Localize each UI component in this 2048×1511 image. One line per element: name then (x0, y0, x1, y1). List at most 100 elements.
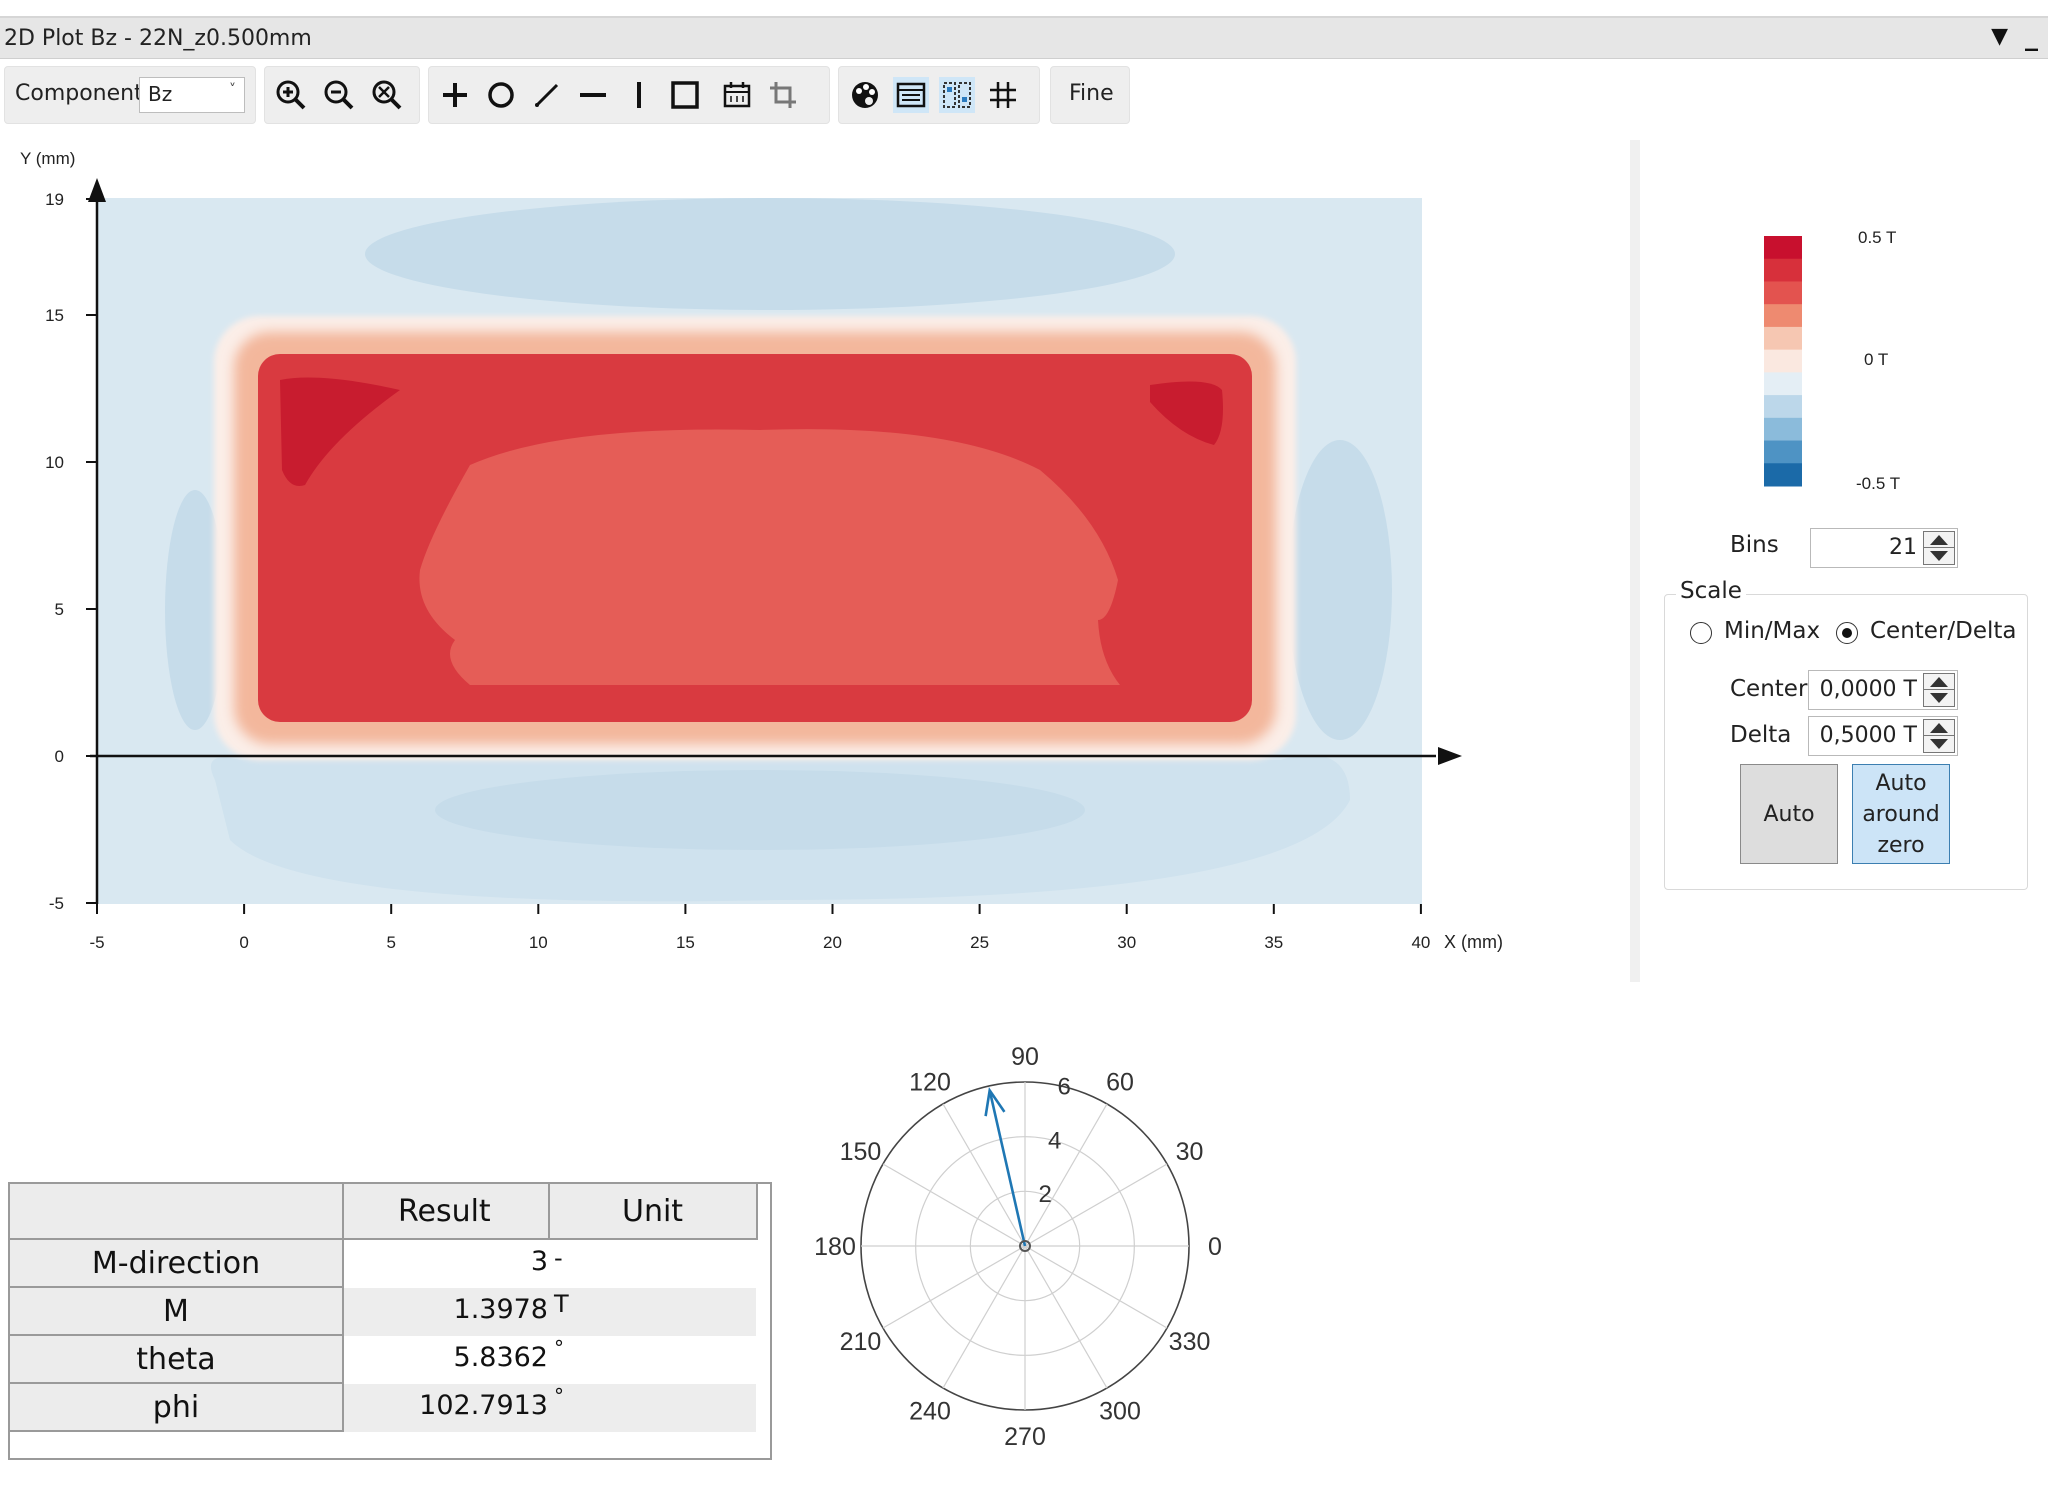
zoom-out-icon[interactable] (321, 77, 357, 113)
table-view-icon[interactable] (893, 77, 929, 113)
y-tick-label: 5 (55, 600, 64, 619)
polar-angle-label: 210 (840, 1328, 882, 1356)
row-unit: ° (554, 1384, 564, 1408)
row-unit: - (554, 1244, 563, 1272)
row-label: theta (136, 1342, 216, 1377)
colorbar-bin (1764, 349, 1802, 373)
crop-icon[interactable] (765, 77, 801, 113)
grid-icon[interactable] (985, 77, 1021, 113)
colorbar-mid-label: 0 T (1864, 350, 1889, 369)
fine-button[interactable]: Fine (1050, 66, 1130, 124)
x-tick-label: 20 (823, 933, 842, 952)
auto-button[interactable]: Auto (1740, 764, 1838, 864)
result-header: Result (344, 1184, 550, 1240)
x-axis-label: X (mm) (1444, 932, 1503, 952)
component-select[interactable]: Bz ˅ (139, 77, 245, 113)
colorbar-bin (1764, 236, 1802, 260)
contour-plot[interactable]: 19 15 10 5 0 -5 -5 0 5 10 15 20 25 30 35 40 Y (mm) X (… (0, 140, 1540, 980)
spin-arrows-icon[interactable] (1923, 719, 1955, 753)
polar-angle-label: 60 (1106, 1068, 1134, 1096)
crosshair-icon[interactable] (437, 77, 473, 113)
x-tick-label: 10 (529, 933, 548, 952)
polar-angle-labels: 0 30 60 90 120 150 180 210 240 270 300 330 (814, 1043, 1222, 1451)
polar-angle-label: 300 (1099, 1398, 1141, 1426)
spin-arrows-icon[interactable] (1923, 673, 1955, 707)
x-axis-arrow (1438, 747, 1462, 765)
window-menu-dropdown-icon[interactable]: ▼ (1991, 24, 2008, 49)
panel-divider[interactable] (1630, 140, 1640, 982)
delta-value: 0,5000 T (1819, 723, 1917, 748)
lower-negative-lobe (435, 770, 1085, 850)
polar-angle-label: 30 (1176, 1138, 1204, 1166)
x-tick-label: 35 (1264, 933, 1283, 952)
center-delta-label: Center/Delta (1870, 618, 2017, 644)
calendar-grid-icon[interactable] (719, 77, 755, 113)
polar-radial-label: 6 (1057, 1073, 1070, 1100)
polar-angle-label: 270 (1004, 1423, 1046, 1451)
upper-negative-lobe (365, 198, 1175, 310)
drawing-group (428, 66, 830, 124)
delta-spinner[interactable]: 0,5000 T (1808, 716, 1958, 756)
auto-zero-line-2: around (1862, 801, 1940, 827)
auto-zero-line-1: Auto (1875, 770, 1927, 796)
zoom-fit-icon[interactable] (369, 77, 405, 113)
rectangle-icon[interactable] (667, 77, 703, 113)
x-tick-label: 15 (676, 933, 695, 952)
polar-radial-label: 4 (1048, 1127, 1061, 1154)
bins-label: Bins (1730, 532, 1779, 558)
row-label: M (163, 1294, 189, 1329)
component-label: Component (15, 81, 143, 106)
bins-spinner[interactable]: 21 (1810, 528, 1958, 568)
row-unit: T (554, 1290, 569, 1318)
row-label: M-direction (91, 1246, 261, 1281)
x-ticks: -5 0 5 10 15 20 25 30 35 40 (89, 904, 1430, 952)
minmax-label: Min/Max (1724, 618, 1821, 644)
colorbar-bin (1764, 326, 1802, 351)
colorbar-max-label: 0.5 T (1858, 228, 1897, 247)
vertical-line-icon[interactable] (621, 77, 657, 113)
x-tick-label: 40 (1411, 933, 1430, 952)
horizontal-line-icon[interactable] (575, 77, 611, 113)
polar-plot: 0 30 60 90 120 150 180 210 240 270 300 330 2 4 6 (814, 1043, 1222, 1451)
auto-button-label: Auto (1763, 801, 1815, 827)
polar-angle-label: 120 (909, 1068, 951, 1096)
unit-header-label: Unit (622, 1194, 684, 1229)
x-tick-label: 30 (1117, 933, 1136, 952)
fine-label: Fine (1069, 81, 1114, 106)
table-row: M 1.3978 T (10, 1288, 756, 1336)
diagonal-line-icon[interactable] (529, 77, 565, 113)
center-spinner[interactable]: 0,0000 T (1808, 670, 1958, 710)
bins-value: 21 (1889, 535, 1917, 560)
component-group: Component Bz ˅ (4, 66, 256, 124)
delta-label: Delta (1730, 722, 1792, 748)
minmax-radio[interactable] (1690, 622, 1712, 644)
table-row: M-direction 3 - (10, 1240, 756, 1288)
center-delta-radio[interactable] (1836, 622, 1858, 644)
center-value: 0,0000 T (1819, 677, 1917, 702)
minimize-icon[interactable]: _ (2025, 22, 2038, 52)
polar-angle-label: 0 (1208, 1233, 1222, 1261)
results-table: Result Unit M-direction 3 - M 1.3978 T t… (8, 1182, 772, 1460)
zoom-in-icon[interactable] (273, 77, 309, 113)
auto-around-zero-button[interactable]: Auto around zero (1852, 764, 1950, 864)
center-label: Center (1730, 676, 1808, 702)
y-ticks: 19 15 10 5 0 -5 (45, 190, 97, 913)
table-row: phi 102.7913 ° (10, 1384, 756, 1432)
colorbar-bin (1764, 463, 1802, 487)
chevron-down-icon: ˅ (229, 82, 236, 98)
circle-icon[interactable] (483, 77, 519, 113)
x-tick-label: 0 (239, 933, 248, 952)
polar-angle-label: 90 (1011, 1043, 1039, 1071)
y-tick-label: 0 (55, 747, 64, 766)
polar-radial-labels: 2 4 6 (1038, 1073, 1070, 1208)
result-header-label: Result (398, 1194, 491, 1229)
colorbar-bin (1764, 304, 1802, 328)
colorbar-bin (1764, 417, 1802, 442)
row-result: 102.7913 (419, 1390, 548, 1421)
right-negative-lobe (1288, 440, 1392, 740)
palette-icon[interactable] (847, 77, 883, 113)
window-title-bar: 2D Plot Bz - 22N_z0.500mm ▼ _ (0, 18, 2048, 59)
split-view-icon[interactable] (939, 77, 975, 113)
colorbar-bin (1764, 258, 1802, 282)
spin-arrows-icon[interactable] (1923, 531, 1955, 565)
